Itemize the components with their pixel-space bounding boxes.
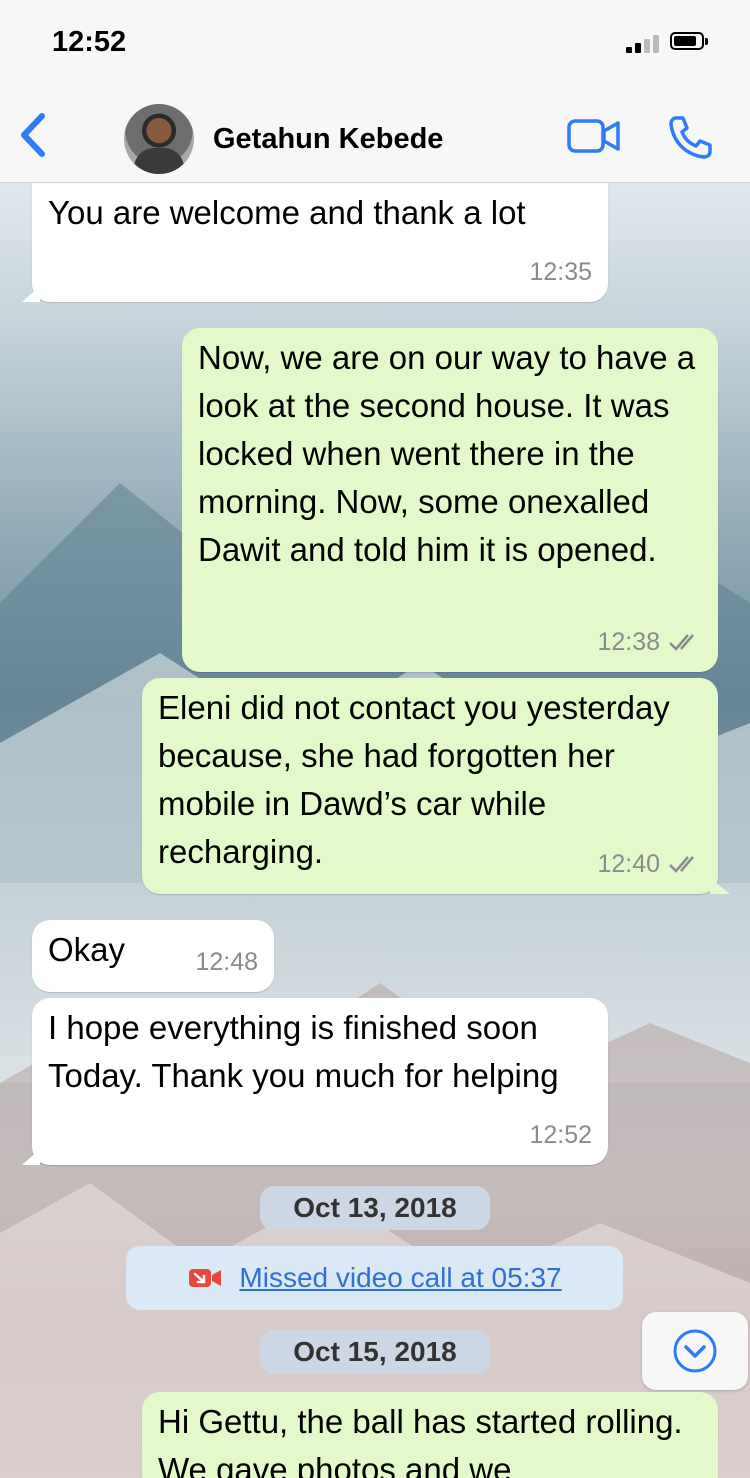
date-separator: Oct 13, 2018 — [260, 1186, 490, 1230]
message-outgoing[interactable]: Eleni did not contact you yesterday beca… — [142, 678, 730, 894]
message-time: 12:52 — [529, 1121, 592, 1149]
missed-video-call-icon — [189, 1269, 222, 1287]
message-time: 12:38 — [597, 628, 660, 656]
double-check-icon — [669, 634, 694, 651]
message-time: 12:40 — [597, 850, 660, 878]
chat-header: Getahun Kebede — [0, 90, 750, 183]
signal-icon — [626, 35, 660, 53]
chat-area[interactable]: You are welcome and thank a lot 12:35 No… — [0, 183, 750, 1478]
avatar[interactable] — [124, 104, 194, 174]
message-meta: 12:35 — [529, 248, 592, 296]
phone-icon — [669, 116, 712, 159]
video-camera-icon — [567, 119, 620, 153]
message-meta: 12:40 — [597, 840, 702, 888]
video-call-button[interactable] — [566, 116, 622, 156]
message-incoming[interactable]: Okay 12:48 — [32, 920, 274, 992]
message-text: I hope everything is finished soon Today… — [48, 1009, 559, 1094]
message-outgoing[interactable]: Now, we are on our way to have a look at… — [182, 328, 718, 672]
voice-call-button[interactable] — [666, 114, 714, 160]
message-text: Now, we are on our way to have a look at… — [198, 339, 696, 568]
status-time: 12:52 — [52, 26, 127, 58]
message-time: 12:35 — [529, 258, 592, 286]
missed-call-notice[interactable]: Missed video call at 05:37 — [126, 1246, 623, 1310]
status-bar: 12:52 — [0, 0, 750, 90]
scroll-to-bottom-button[interactable] — [642, 1312, 748, 1390]
missed-call-text[interactable]: Missed video call at 05:37 — [239, 1262, 561, 1294]
message-time: 12:48 — [195, 948, 258, 976]
battery-icon — [670, 32, 710, 52]
message-meta: 12:38 — [597, 618, 702, 666]
double-check-icon — [669, 856, 694, 873]
chevron-left-icon — [21, 113, 45, 157]
chevron-down-circle-icon — [673, 1329, 717, 1373]
message-incoming[interactable]: I hope everything is finished soon Today… — [22, 998, 608, 1165]
message-meta: 12:52 — [529, 1111, 592, 1159]
message-meta: 12:48 — [195, 938, 258, 986]
back-button[interactable] — [14, 110, 54, 160]
message-outgoing[interactable]: Hi Gettu, the ball has started rolling. … — [142, 1392, 718, 1478]
message-text: Hi Gettu, the ball has started rolling. … — [158, 1403, 683, 1478]
message-incoming[interactable]: You are welcome and thank a lot 12:35 — [22, 183, 608, 302]
contact-name[interactable]: Getahun Kebede — [213, 123, 443, 156]
message-text: You are welcome and thank a lot — [48, 194, 526, 231]
date-separator: Oct 15, 2018 — [260, 1330, 490, 1374]
